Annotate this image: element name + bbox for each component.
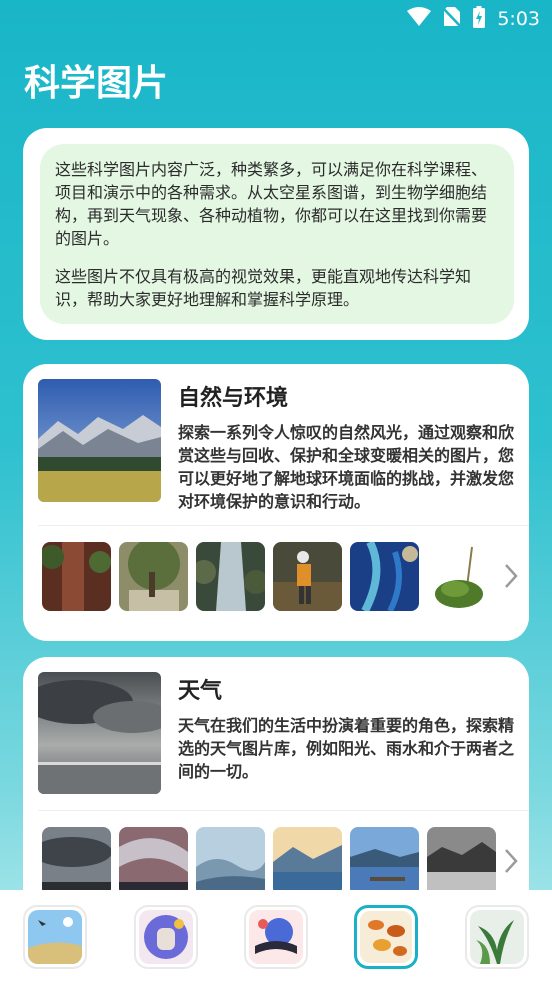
moss-sprout-image[interactable] <box>427 542 496 611</box>
section-card-nature[interactable]: 自然与环境 探索一系列令人惊叹的自然风光，通过观察和欣赏这些与回收、保护和全球变… <box>23 364 529 641</box>
section-title: 自然与环境 <box>178 386 289 411</box>
nav-tab-plants[interactable] <box>465 905 529 969</box>
lake-pier-image[interactable] <box>350 827 419 896</box>
misty-hills-image[interactable] <box>196 827 265 896</box>
section-description: 探索一系列令人惊叹的自然风光，通过观察和欣赏这些与回收、保护和全球变暖相关的图片… <box>178 423 515 511</box>
chevron-right-icon[interactable] <box>503 847 519 879</box>
no-sim-icon <box>442 6 463 32</box>
researcher-field-image[interactable] <box>273 542 342 611</box>
thumbnail-row <box>42 827 496 896</box>
bw-landscape-image[interactable] <box>427 827 496 896</box>
divider <box>38 525 529 526</box>
section-card-weather[interactable]: 天气 天气在我们的生活中扮演着重要的角色，探索精选的天气图片库，例如阳光、雨水和… <box>23 657 529 917</box>
plants-tab-icon <box>470 910 524 964</box>
nav-tab-leaves[interactable] <box>354 905 418 969</box>
section-description: 天气在我们的生活中扮演着重要的角色，探索精选的天气图片库，例如阳光、雨水和介于两… <box>178 716 515 781</box>
tree-grove-image[interactable] <box>119 542 188 611</box>
battery-charging-icon <box>473 6 486 32</box>
bottom-navigation <box>0 890 552 983</box>
nav-tab-hands[interactable] <box>134 905 198 969</box>
waterfall-stream-image[interactable] <box>196 542 265 611</box>
nav-tab-landscape[interactable] <box>23 905 87 969</box>
hands-tab-icon <box>139 910 193 964</box>
cloudy-sea-image[interactable] <box>38 672 161 794</box>
intro-text-box: 这些科学图片内容广泛，种类繁多，可以满足你在科学课程、项目和演示中的各种需求。从… <box>40 144 514 324</box>
thumbnail-row <box>42 542 496 611</box>
status-time: 5:03 <box>497 8 540 30</box>
mountain-lake-image[interactable] <box>273 827 342 896</box>
nav-tab-books[interactable] <box>244 905 308 969</box>
dark-clouds-image[interactable] <box>42 827 111 896</box>
wifi-icon <box>407 7 432 31</box>
coral-reef-aerial-image[interactable] <box>350 542 419 611</box>
storm-sky-image[interactable] <box>119 827 188 896</box>
intro-paragraph-2: 这些图片不仅具有极高的视觉效果，更能直观地传达科学知识，帮助大家更好地理解和掌握… <box>55 267 472 309</box>
tree-bark-image[interactable] <box>42 542 111 611</box>
intro-card: 这些科学图片内容广泛，种类繁多，可以满足你在科学课程、项目和演示中的各种需求。从… <box>23 128 529 340</box>
divider <box>38 810 529 811</box>
section-title: 天气 <box>178 679 223 704</box>
leaves-tab-icon <box>360 911 412 963</box>
mountain-valley-image[interactable] <box>38 379 161 502</box>
intro-paragraph-1: 这些科学图片内容广泛，种类繁多，可以满足你在科学课程、项目和演示中的各种需求。从… <box>55 160 488 248</box>
books-tab-icon <box>249 910 303 964</box>
status-bar: 5:03 <box>0 0 552 38</box>
landscape-tab-icon <box>28 910 82 964</box>
page-title: 科学图片 <box>24 63 169 104</box>
chevron-right-icon[interactable] <box>503 562 519 594</box>
